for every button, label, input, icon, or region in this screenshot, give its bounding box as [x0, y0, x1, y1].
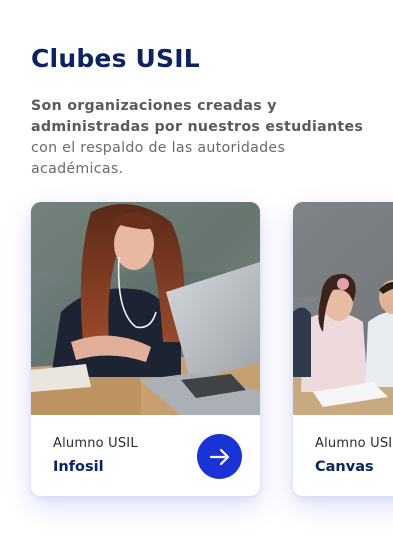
- clubs-section: Clubes USIL Son organizaciones creadas y…: [0, 0, 393, 554]
- card-club-name: Infosil: [53, 459, 104, 475]
- intro-bold-text: Son organizaciones creadas y administrad…: [31, 98, 364, 135]
- club-card-canvas[interactable]: Alumno USIL Canvas: [293, 202, 393, 496]
- section-title: Clubes USIL: [31, 44, 200, 73]
- open-club-button[interactable]: [197, 434, 242, 479]
- section-intro: Son organizaciones creadas y administrad…: [31, 96, 376, 180]
- club-card-infosil[interactable]: Alumno USIL Infosil: [31, 202, 260, 496]
- club-photo-student-laptop: [31, 202, 260, 415]
- card-kicker: Alumno USIL: [315, 436, 393, 451]
- arrow-right-icon: [209, 448, 229, 465]
- card-club-name: Canvas: [315, 459, 374, 475]
- intro-regular-text: con el respaldo de las autoridades acadé…: [31, 140, 286, 177]
- card-kicker: Alumno USIL: [53, 436, 138, 451]
- club-photo-students-group: [293, 202, 393, 415]
